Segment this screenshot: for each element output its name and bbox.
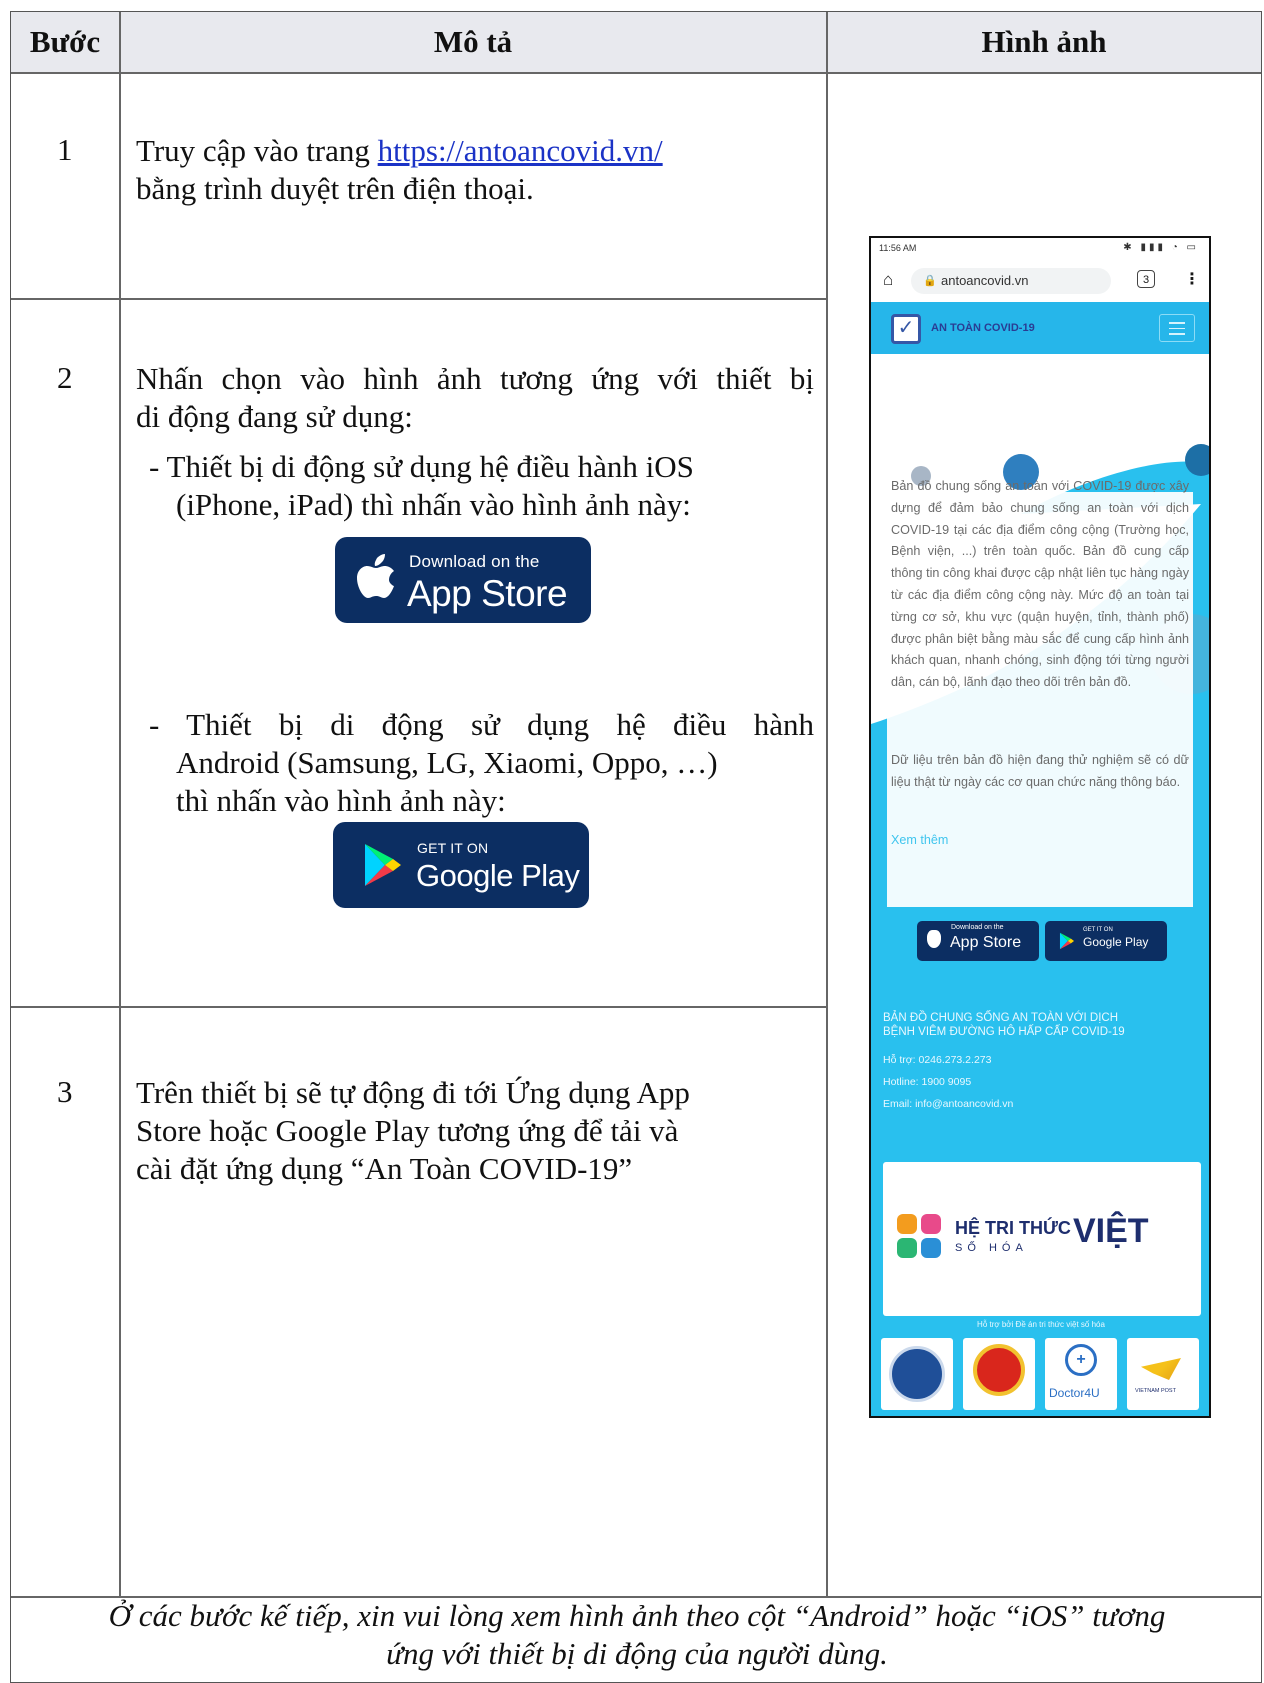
phone-apple-icon [927,930,941,948]
phone-google-play-icon [1059,932,1075,950]
address-bar[interactable]: 🔒 antoancovid.vn [911,268,1111,294]
doctor4u-icon: + [1065,1344,1097,1376]
info-card: Bản đồ chung sống an toàn với COVID-19 đ… [887,479,1193,907]
step-3-line-2: Store hoặc Google Play tương ứng để tải … [136,1113,679,1148]
header-image: Hình ảnh [981,24,1107,59]
apple-icon [357,554,394,598]
footer-email: Email: info@antoancovid.vn [883,1098,1014,1110]
checkmark-logo-icon: ✓ [891,314,921,344]
browser-bar: ⌂ 🔒 antoancovid.vn 3 ⋮ [871,260,1209,303]
home-icon[interactable]: ⌂ [883,270,893,290]
partner-moh-logo [881,1338,953,1410]
step-1-text: Truy cập vào trang [136,133,370,168]
doctor4u-text: Doctor4U [1049,1386,1100,1400]
phone-app-store-big: App Store [950,934,1022,951]
tabs-icon[interactable]: 3 [1137,270,1155,288]
app-store-badge[interactable]: Download on the App Store [335,537,591,623]
step-2-line-2: di động đang sử dụng: [136,399,413,434]
partner-vietnam-post-logo: VIETNAM POST [1127,1338,1199,1410]
app-store-small-text: Download on the [409,552,540,571]
phone-app-store-small: Download on the [951,924,1004,931]
footer-line-2: ứng với thiết bị di động của người dùng. [386,1636,888,1671]
footer-line-1: Ở các bước kế tiếp, xin vui lòng xem hìn… [108,1598,1166,1633]
antoancovid-link[interactable]: https://antoancovid.vn/ [378,133,663,168]
step-2-ios-line-1: - Thiết bị di động sử dụng hệ điều hành … [149,449,694,484]
step-2-android-line-1: - Thiết bị di động sử dụng hệ điều hành [149,707,814,742]
header-step: Bước [29,24,101,59]
lock-icon: 🔒 [923,275,937,287]
phone-screenshot: 11:56 AM ✱ ▮▮▮ ◔ ▭ ⌂ 🔒 antoancovid.vn 3 … [869,236,1211,1418]
google-play-badge[interactable]: GET IT ON Google Play [333,822,589,908]
google-play-icon [365,844,401,886]
step-2-number: 2 [57,360,73,395]
logo-line-1: HỆ TRI THỨC [955,1218,1071,1238]
phone-google-play-small: GET IT ON [1083,927,1113,933]
google-play-small-text: GET IT ON [417,840,489,856]
status-time: 11:56 AM [879,243,917,253]
logo-line-2: SỐ HÓA [955,1242,1028,1254]
step-3-line-3: cài đặt ứng dụng “An Toàn COVID-19” [136,1151,633,1186]
step-1-description: Truy cập vào trang https://antoancovid.v… [136,132,804,208]
vietnam-post-icon [1141,1358,1181,1380]
row-divider-1 [11,298,827,300]
tab-count: 3 [1142,274,1150,286]
step-2-ios-line-2: (iPhone, iPad) thì nhấn vào hình ảnh này… [176,487,691,522]
he-tri-thuc-logo: HỆ TRI THỨC SỐ HÓA VIỆT [883,1162,1201,1316]
step-1-number: 1 [57,132,73,167]
partner-doctor4u-logo: + Doctor4U [1045,1338,1117,1410]
status-icons: ✱ ▮▮▮ ◔ ▭ [1123,242,1199,253]
phone-app-store-badge[interactable]: Download on the App Store [917,921,1039,961]
step-2-line-1: Nhấn chọn vào hình ảnh tương ứng với thi… [136,361,814,396]
site-brand: AN TOÀN COVID-19 [931,322,1035,334]
logo-big: VIỆT [1073,1212,1149,1250]
hamburger-menu-icon[interactable] [1159,314,1195,342]
step-2-android-line-2: Android (Samsung, LG, Xiaomi, Oppo, …) [176,745,718,780]
footer-title-1: BẢN ĐỒ CHUNG SỐNG AN TOÀN VỚI DỊCH [883,1012,1118,1024]
footer-title-2: BỆNH VIÊM ĐƯỜNG HÔ HẤP CẤP COVID-19 [883,1026,1125,1038]
step-3-number: 3 [57,1074,73,1109]
partner-ministry-logo [963,1338,1035,1410]
address-text: antoancovid.vn [941,273,1029,288]
site-header: ✓ AN TOÀN COVID-19 [871,302,1209,354]
footer-hotline: Hotline: 1900 9095 [883,1076,972,1088]
supported-by-text: Hỗ trợ bởi Đề án tri thức việt số hóa [977,1320,1105,1329]
google-play-big-text: Google Play [416,858,580,893]
column-divider-1 [119,12,121,1596]
step-2-android-line-3: thì nhấn vào hình ảnh này: [176,783,506,818]
phone-google-play-big: Google Play [1083,935,1149,949]
phone-status-bar: 11:56 AM ✱ ▮▮▮ ◔ ▭ [871,238,1209,260]
moh-emblem-icon [889,1346,945,1402]
header-description: Mô tả [433,24,513,59]
app-store-big-text: App Store [407,573,568,614]
phone-google-play-badge[interactable]: GET IT ON Google Play [1045,921,1167,961]
see-more-link[interactable]: Xem thêm [891,830,948,852]
step-1-text-2: bằng trình duyệt trên điện thoại. [136,171,534,206]
card-paragraph-1: Bản đồ chung sống an toàn với COVID-19 đ… [891,479,1189,690]
column-divider-2 [826,12,828,1596]
footer-support: Hỗ trợ: 0246.273.2.273 [883,1054,992,1066]
step-3-line-1: Trên thiết bị sẽ tự động đi tới Ứng dụng… [136,1075,690,1110]
vietnam-post-text: VIETNAM POST [1135,1388,1176,1394]
card-paragraph-2: Dữ liệu trên bản đồ hiện đang thử nghiệm… [891,753,1189,789]
puzzle-logo-icon [897,1214,943,1260]
row-divider-2 [11,1006,827,1008]
header-divider [11,72,1261,74]
menu-dots-icon[interactable]: ⋮ [1184,269,1200,289]
footer-note: Ở các bước kế tiếp, xin vui lòng xem hìn… [11,1597,1263,1673]
national-emblem-icon [973,1344,1025,1396]
